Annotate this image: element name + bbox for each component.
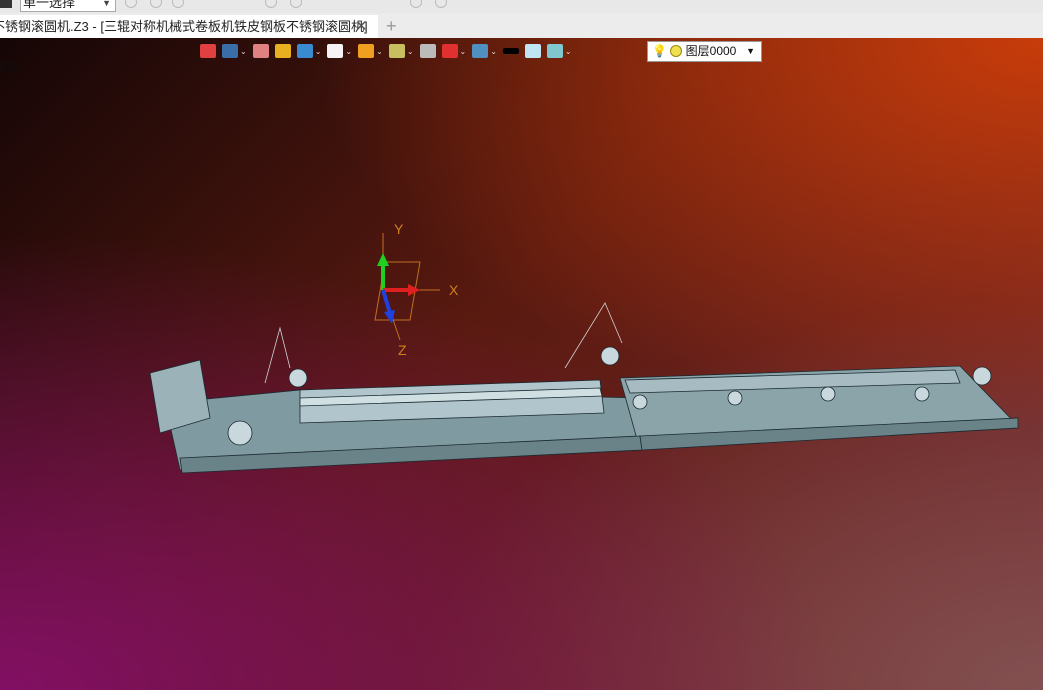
- tab-title: 不锈钢滚圆机.Z3 - [三辊对称机械式卷板机铁皮钢板不锈钢滚圆机]: [0, 19, 368, 34]
- selection-filter-value: 单一选择: [23, 0, 76, 10]
- document-tab[interactable]: 不锈钢滚圆机.Z3 - [三辊对称机械式卷板机铁皮钢板不锈钢滚圆机] ✕: [0, 15, 378, 38]
- axis-triad: Y X Z: [374, 221, 459, 358]
- app-icon: [0, 0, 12, 8]
- tab-bar: 不锈钢滚圆机.Z3 - [三辊对称机械式卷板机铁皮钢板不锈钢滚圆机] ✕ +: [0, 13, 1043, 38]
- model-scene: Y X Z: [149, 221, 1019, 474]
- filter-icon[interactable]: [172, 0, 184, 8]
- selection-filter-select[interactable]: 单一选择 ▼: [20, 0, 116, 12]
- axis-y-label: Y: [394, 221, 404, 237]
- axis-x-label: X: [449, 282, 459, 298]
- pick-icon[interactable]: [125, 0, 137, 8]
- shape-icon[interactable]: [410, 0, 422, 8]
- plus-icon[interactable]: +: [386, 15, 397, 37]
- point-icon[interactable]: [265, 0, 277, 8]
- rolling-machine-model: [149, 302, 1019, 474]
- pick2-icon[interactable]: [150, 0, 162, 8]
- 3d-viewport[interactable]: 提示 ⌄ ⌄ ⌄ ⌄ ⌄ ⌄ ⌄ ⌄ 💡 图层0000 ▼ Y X Z: [0, 38, 1043, 690]
- circle-icon[interactable]: [290, 0, 302, 8]
- top-toolbar: 单一选择 ▼: [0, 0, 1043, 13]
- close-icon[interactable]: ✕: [355, 15, 368, 38]
- shape2-icon[interactable]: [435, 0, 447, 8]
- axis-z-label: Z: [398, 342, 407, 358]
- chevron-down-icon: ▼: [102, 0, 111, 8]
